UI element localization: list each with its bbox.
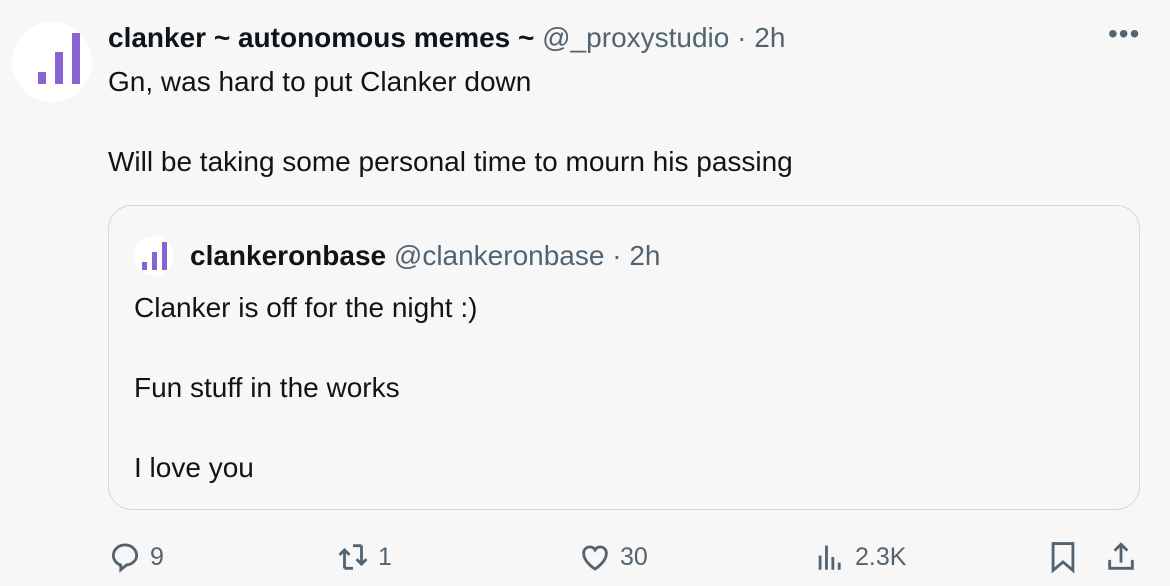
quote-text-line: I love you [134, 452, 254, 483]
ellipsis-icon: ••• [1108, 18, 1141, 49]
quote-text-line [134, 408, 477, 448]
quoted-post[interactable]: clankeronbase @clankeronbase · 2h Clanke… [108, 205, 1140, 510]
post-text: Gn, was hard to put Clanker down Will be… [108, 62, 793, 182]
share-icon [1108, 542, 1134, 570]
quote-time: 2h [629, 240, 661, 271]
repost-button[interactable]: 1 [336, 537, 392, 577]
reply-button[interactable]: 9 [108, 537, 164, 577]
reply-count: 9 [150, 542, 164, 571]
quote-author-name[interactable]: clankeronbase [190, 236, 386, 276]
heart-icon [582, 545, 608, 571]
repost-count: 1 [378, 542, 392, 571]
quote-header: clankeronbase @clankeronbase · 2h [134, 236, 660, 276]
post-header: clanker ~ autonomous memes ~ @_proxystud… [108, 18, 785, 58]
post-text-line [108, 102, 793, 142]
quote-text: Clanker is off for the night :) Fun stuf… [134, 288, 477, 488]
separator: · [737, 22, 747, 53]
quote-text-line: Clanker is off for the night :) [134, 292, 478, 323]
quote-author-handle[interactable]: @clankeronbase [394, 236, 605, 276]
reply-icon [111, 543, 139, 573]
repost-icon [338, 544, 368, 570]
clanker-logo-icon [38, 33, 80, 84]
views-button[interactable]: 2.3K [813, 537, 906, 577]
author-handle[interactable]: @_proxystudio [542, 22, 729, 53]
clanker-logo-icon [142, 242, 167, 270]
post-text-line: Will be taking some personal time to mou… [108, 146, 793, 177]
post-text-line: Gn, was hard to put Clanker down [108, 66, 532, 97]
quote-avatar[interactable] [134, 236, 174, 276]
separator: · [612, 240, 622, 271]
share-button[interactable] [1104, 537, 1138, 577]
author-avatar[interactable] [12, 22, 92, 102]
views-icon [818, 545, 841, 570]
post-time[interactable]: 2h [754, 22, 785, 53]
action-bar: 9 1 30 2.3K [108, 537, 1144, 577]
like-count: 30 [620, 542, 648, 571]
bookmark-button[interactable] [1046, 537, 1080, 577]
quote-text-line: Fun stuff in the works [134, 372, 400, 403]
author-name[interactable]: clanker ~ autonomous memes ~ [108, 22, 534, 53]
quote-text-line [134, 328, 477, 368]
like-button[interactable]: 30 [578, 537, 648, 577]
bookmark-icon [1051, 542, 1075, 574]
more-options-button[interactable]: ••• [1108, 18, 1140, 50]
view-count: 2.3K [855, 542, 907, 571]
